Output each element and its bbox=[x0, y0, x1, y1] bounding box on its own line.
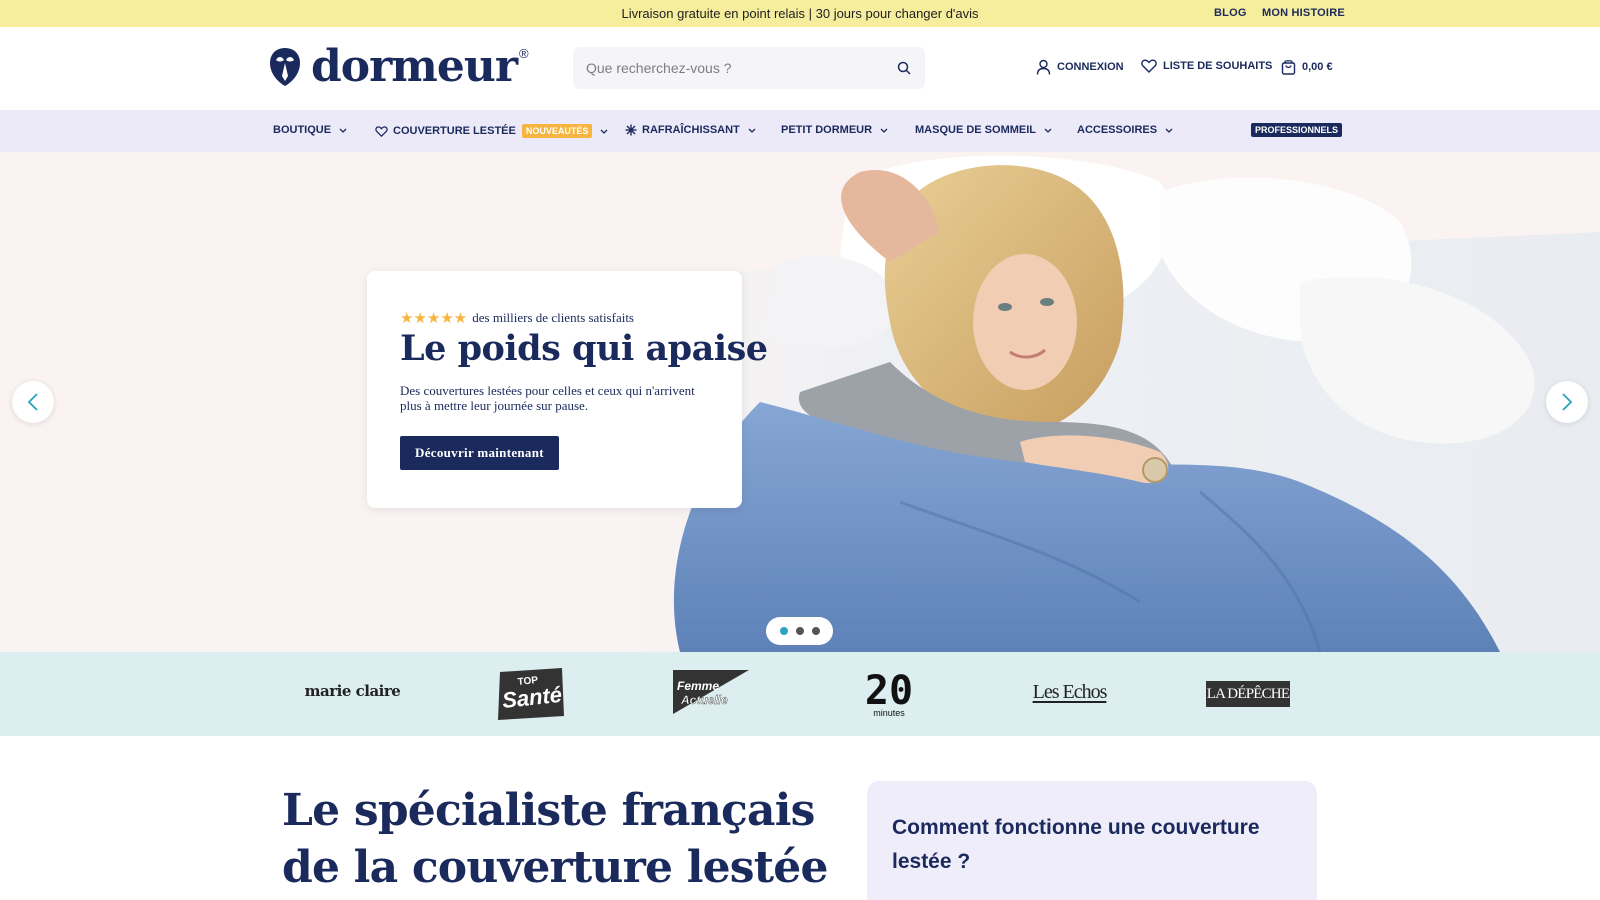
nav-item-masque-de-sommeil[interactable]: MASQUE DE SOMMEIL bbox=[915, 124, 1052, 136]
discover-now-button[interactable]: Découvrir maintenant bbox=[400, 436, 559, 470]
slide-dot-1[interactable] bbox=[779, 627, 788, 635]
les-echos-logo: Les Echos bbox=[1032, 680, 1108, 703]
intro-title: Le spécialiste français de la couverture… bbox=[282, 782, 829, 896]
nav-item-accessoires[interactable]: ACCESSOIRES bbox=[1077, 124, 1173, 136]
professionals-badge[interactable]: PROFESSIONNELS bbox=[1251, 123, 1343, 137]
heart-icon bbox=[375, 125, 388, 137]
nav-label: ACCESSOIRES bbox=[1077, 124, 1158, 136]
rating: ★★★★★ des milliers de clients satisfaits bbox=[400, 309, 634, 327]
new-badge: NOUVEAUTÉS bbox=[521, 124, 593, 138]
chevron-down-icon bbox=[600, 129, 608, 134]
chevron-right-icon bbox=[1562, 393, 1573, 411]
nav-item-boutique[interactable]: BOUTIQUE bbox=[273, 124, 347, 136]
la-depeche-logo: LA DÉPÊCHE bbox=[1206, 681, 1290, 707]
my-story-link[interactable]: MON HISTOIRE bbox=[1262, 7, 1345, 19]
chevron-down-icon bbox=[339, 128, 347, 133]
wishlist-label: LISTE DE SOUHAITS bbox=[1163, 60, 1273, 72]
owl-logo-icon bbox=[270, 48, 300, 86]
intro-title-line-2: de la couverture lestée bbox=[282, 842, 829, 893]
faq-card[interactable]: Comment fonctionne une couverture lestée… bbox=[867, 781, 1317, 900]
nav-item-rafraichissant[interactable]: RAFRAÎCHISSANT bbox=[625, 124, 756, 136]
nav-label: RAFRAÎCHISSANT bbox=[642, 124, 740, 136]
chevron-down-icon bbox=[1044, 128, 1052, 133]
site-header: dormeur ® CONNEXION LISTE DE SOUHAITS 0,… bbox=[0, 27, 1600, 110]
press-logos-band: marie claire TOP Santé Femme Actuelle 20… bbox=[0, 652, 1600, 736]
login-label: CONNEXION bbox=[1057, 61, 1124, 73]
hero-title: Le poids qui apaise bbox=[400, 328, 768, 369]
heart-icon bbox=[1141, 59, 1157, 73]
cart-total: 0,00 € bbox=[1302, 61, 1333, 73]
top-sante-logo: TOP Santé bbox=[496, 666, 566, 721]
hero-image bbox=[600, 152, 1600, 652]
main-navigation: BOUTIQUE COUVERTURE LESTÉE NOUVEAUTÉS RA… bbox=[0, 110, 1600, 152]
nav-label: PETIT DORMEUR bbox=[781, 124, 873, 136]
previous-slide-button[interactable] bbox=[12, 381, 54, 423]
slider-dots bbox=[766, 617, 833, 645]
intro-title-line-1: Le spécialiste français bbox=[282, 785, 815, 836]
brand-name: dormeur bbox=[311, 41, 518, 92]
femme-actuelle-logo: Femme Actuelle bbox=[671, 668, 751, 716]
announcement-bar: Livraison gratuite en point relais | 30 … bbox=[0, 0, 1600, 27]
nav-label: MASQUE DE SOMMEIL bbox=[915, 124, 1037, 136]
chevron-left-icon bbox=[27, 393, 38, 411]
chevron-down-icon bbox=[1165, 128, 1173, 133]
search-icon[interactable] bbox=[897, 61, 911, 75]
hero-subtitle: Des couvertures lestées pour celles et c… bbox=[400, 383, 695, 413]
top-sante-logo-image: TOP Santé bbox=[498, 668, 564, 720]
marie-claire-logo: marie claire bbox=[304, 682, 401, 700]
20-minutes-logo: 20 minutes bbox=[862, 668, 917, 718]
login-link[interactable]: CONNEXION bbox=[1036, 59, 1124, 75]
promo-text: Livraison gratuite en point relais | 30 … bbox=[621, 6, 979, 21]
nav-item-petit-dormeur[interactable]: PETIT DORMEUR bbox=[781, 124, 888, 136]
brand-logo[interactable]: dormeur ® bbox=[269, 42, 529, 92]
svg-text:Femme: Femme bbox=[677, 679, 719, 693]
chevron-down-icon bbox=[748, 128, 756, 133]
nav-label: COUVERTURE LESTÉE bbox=[393, 125, 516, 137]
rating-text: des milliers de clients satisfaits bbox=[472, 310, 634, 325]
svg-text:Actuelle: Actuelle bbox=[680, 693, 728, 707]
next-slide-button[interactable] bbox=[1546, 381, 1588, 423]
femme-actuelle-logo-image: Femme Actuelle bbox=[673, 670, 749, 714]
slide-dot-2[interactable] bbox=[795, 627, 804, 635]
hero-card: ★★★★★ des milliers de clients satisfaits… bbox=[367, 271, 768, 508]
star-rating-icon: ★★★★★ bbox=[400, 310, 468, 327]
trademark-symbol: ® bbox=[519, 45, 529, 61]
user-icon bbox=[1036, 59, 1051, 75]
hero-slider: ★★★★★ des milliers de clients satisfaits… bbox=[0, 152, 1600, 652]
snowflake-icon bbox=[625, 124, 637, 136]
chevron-down-icon bbox=[880, 128, 888, 133]
nav-label: BOUTIQUE bbox=[273, 124, 332, 136]
search-input[interactable] bbox=[573, 47, 883, 89]
nav-item-couverture-lestee[interactable]: COUVERTURE LESTÉE NOUVEAUTÉS bbox=[375, 124, 608, 138]
slide-dot-3[interactable] bbox=[811, 627, 820, 635]
wishlist-link[interactable]: LISTE DE SOUHAITS bbox=[1141, 59, 1272, 73]
blog-link[interactable]: BLOG bbox=[1214, 7, 1247, 19]
svg-text:minutes: minutes bbox=[873, 708, 905, 718]
shopping-bag-icon bbox=[1281, 60, 1296, 75]
search-box bbox=[573, 47, 925, 89]
cart-link[interactable]: 0,00 € bbox=[1281, 59, 1333, 75]
20-minutes-logo-image: 20 minutes bbox=[865, 668, 913, 718]
faq-title: Comment fonctionne une couverture lestée… bbox=[892, 816, 1260, 873]
